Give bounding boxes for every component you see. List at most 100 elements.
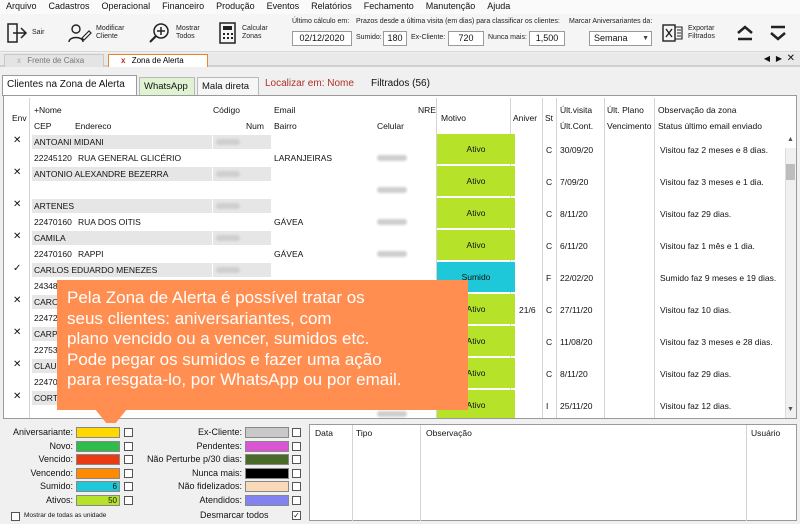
tab-scroll-right-icon[interactable]: ▶ [776, 54, 782, 63]
tab-frente-de-caixa[interactable]: x Frente de Caixa [4, 54, 104, 67]
callout-line: plano vencido ou a vencer, sumidos etc. [67, 329, 370, 348]
menu-manutencao[interactable]: Manutenção [420, 0, 482, 14]
table-row[interactable]: ✕ CAMILA Ativo C 6/11/20 Visitou faz 1 m… [4, 230, 786, 260]
table-row[interactable]: ✕ ANTONIO ALEXANDRE BEZERRA Ativo C 7/09… [4, 166, 786, 196]
mostrar-todos-button[interactable]: Mostrar Todos [148, 18, 200, 48]
calcular-zonas-button[interactable]: Calcular Zonas [218, 18, 268, 48]
env-mark[interactable]: ✕ [13, 359, 21, 370]
col-nome[interactable]: +Nome [34, 105, 62, 115]
col-nre[interactable]: NRE [418, 105, 436, 115]
table-row-sub[interactable]: 22245120 RUA GENERAL GLICÉRIO LARANJEIRA… [4, 150, 786, 166]
col-bairro[interactable]: Bairro [274, 121, 297, 131]
menu-cadastros[interactable]: Cadastros [43, 0, 96, 14]
table-row-sub[interactable] [4, 182, 786, 198]
col-motivo[interactable]: Motivo [441, 113, 466, 123]
modificar-cliente-button[interactable]: Modificar Cliente [68, 18, 124, 48]
menu-bar: Arquivo Cadastros Operacional Financeiro… [0, 0, 800, 14]
env-mark[interactable]: ✕ [13, 199, 21, 210]
env-mark[interactable]: ✕ [13, 295, 21, 306]
legend-checkbox[interactable] [292, 482, 301, 491]
legend-checkbox[interactable] [292, 455, 301, 464]
legend-checkbox[interactable] [124, 468, 133, 478]
table-row-sub[interactable]: 22470160 RAPPI GÁVEA [4, 246, 786, 262]
col-codigo[interactable]: Código [213, 105, 240, 115]
legend-checkbox[interactable] [124, 441, 133, 451]
sumido-days-field[interactable]: 180 [383, 31, 407, 46]
expand-down-button[interactable] [768, 18, 788, 48]
tab-close-icon[interactable]: x [121, 56, 125, 65]
col-vencimento[interactable]: Vencimento [607, 121, 651, 131]
col-cep[interactable]: CEP [34, 121, 51, 131]
collapse-up-button[interactable] [735, 18, 755, 48]
col-aniver[interactable]: Aniver [513, 113, 537, 123]
scroll-up-icon[interactable]: ▲ [785, 136, 796, 148]
tab-scroll-left-icon[interactable]: ◀ [764, 54, 770, 63]
col-status-email[interactable]: Status último email enviado [658, 121, 762, 131]
client-name: CAMILA [34, 233, 66, 243]
col-ult-cont[interactable]: Últ.Cont. [560, 121, 593, 131]
legend-checkbox[interactable] [292, 495, 301, 505]
nunca-mais-days-field[interactable]: 1,500 [529, 31, 565, 46]
ultimo-calculo-field[interactable]: 02/12/2020 [292, 31, 352, 46]
table-row[interactable]: ✓ CARLOS EDUARDO MENEZES Sumido F 22/02/… [4, 262, 786, 292]
env-mark[interactable]: ✕ [13, 231, 21, 242]
col-email[interactable]: Email [274, 105, 295, 115]
tab-whatsapp[interactable]: WhatsApp [139, 77, 195, 95]
legend-checkbox[interactable] [292, 441, 301, 451]
menu-financeiro[interactable]: Financeiro [156, 0, 210, 14]
tab-close-icon[interactable]: x [17, 56, 21, 65]
mostrar-unidades-checkbox[interactable] [11, 512, 20, 521]
mostrar-line2: Todos [176, 33, 195, 40]
scrollbar-thumb[interactable] [786, 164, 795, 180]
scroll-down-icon[interactable]: ▼ [785, 406, 796, 418]
excliente-days-field[interactable]: 720 [448, 31, 484, 46]
legend-checkbox[interactable] [292, 428, 301, 437]
col-env[interactable]: Env [12, 113, 27, 123]
desmarcar-todos-checkbox[interactable]: ✓ [292, 511, 301, 520]
tab-clientes-zona[interactable]: Clientes na Zona de Alerta [2, 75, 137, 96]
detail-col-observacao[interactable]: Observação [426, 428, 472, 438]
env-mark[interactable]: ✓ [13, 263, 21, 274]
col-observacao[interactable]: Observação da zona [658, 105, 736, 115]
exportar-filtrados-button[interactable]: Exportar Filtrados [662, 18, 715, 48]
menu-ajuda[interactable]: Ajuda [481, 0, 516, 14]
detail-col-data[interactable]: Data [315, 428, 333, 438]
menu-eventos[interactable]: Eventos [261, 0, 306, 14]
menu-fechamento[interactable]: Fechamento [358, 0, 420, 14]
menu-producao[interactable]: Produção [210, 0, 261, 14]
detail-col-tipo[interactable]: Tipo [356, 428, 372, 438]
env-mark[interactable]: ✕ [13, 135, 21, 146]
localizar-label[interactable]: Localizar em: Nome [265, 78, 354, 89]
legend-checkbox[interactable] [124, 495, 133, 505]
legend-checkbox[interactable] [124, 482, 133, 491]
col-st[interactable]: St [545, 113, 553, 123]
legend-checkbox[interactable] [292, 468, 301, 478]
legend-label: Não fidelizados: [177, 481, 242, 491]
col-endereco[interactable]: Endereco [75, 121, 111, 131]
menu-operacional[interactable]: Operacional [96, 0, 157, 14]
col-ult-plano[interactable]: Últ. Plano [607, 105, 644, 115]
endereco-value: RUA DOS OITIS [78, 217, 141, 227]
menu-relatorios[interactable]: Relatórios [305, 0, 358, 14]
col-celular[interactable]: Celular [377, 121, 404, 131]
env-mark[interactable]: ✕ [13, 327, 21, 338]
env-mark[interactable]: ✕ [13, 167, 21, 178]
tab-zona-de-alerta[interactable]: x Zona de Alerta [108, 54, 208, 67]
tab-mala-direta[interactable]: Mala direta [197, 77, 259, 95]
legend-checkbox[interactable] [124, 428, 133, 437]
table-row[interactable]: ✕ ANTOANI MIDANI Ativo C 30/09/20 Visito… [4, 134, 786, 164]
table-row[interactable]: ✕ ARTENES Ativo C 8/11/20 Visitou faz 29… [4, 198, 786, 228]
legend-checkbox[interactable] [124, 455, 133, 464]
legend-label: Sumido: [39, 481, 73, 491]
env-mark[interactable]: ✕ [13, 391, 21, 402]
menu-arquivo[interactable]: Arquivo [0, 0, 43, 14]
legend-item: Nunca mais: [136, 468, 242, 480]
col-num[interactable]: Num [246, 121, 264, 131]
sair-button[interactable]: Sair [6, 18, 44, 48]
vertical-scrollbar[interactable] [785, 148, 796, 418]
table-row-sub[interactable]: 22470160 RUA DOS OITIS GÁVEA [4, 214, 786, 230]
detail-col-usuario[interactable]: Usuário [751, 428, 780, 438]
col-ult-visita[interactable]: Últ.visita [560, 105, 592, 115]
close-icon[interactable]: ✕ [787, 53, 795, 64]
aniversariantes-select[interactable]: Semana ▼ [589, 31, 652, 46]
